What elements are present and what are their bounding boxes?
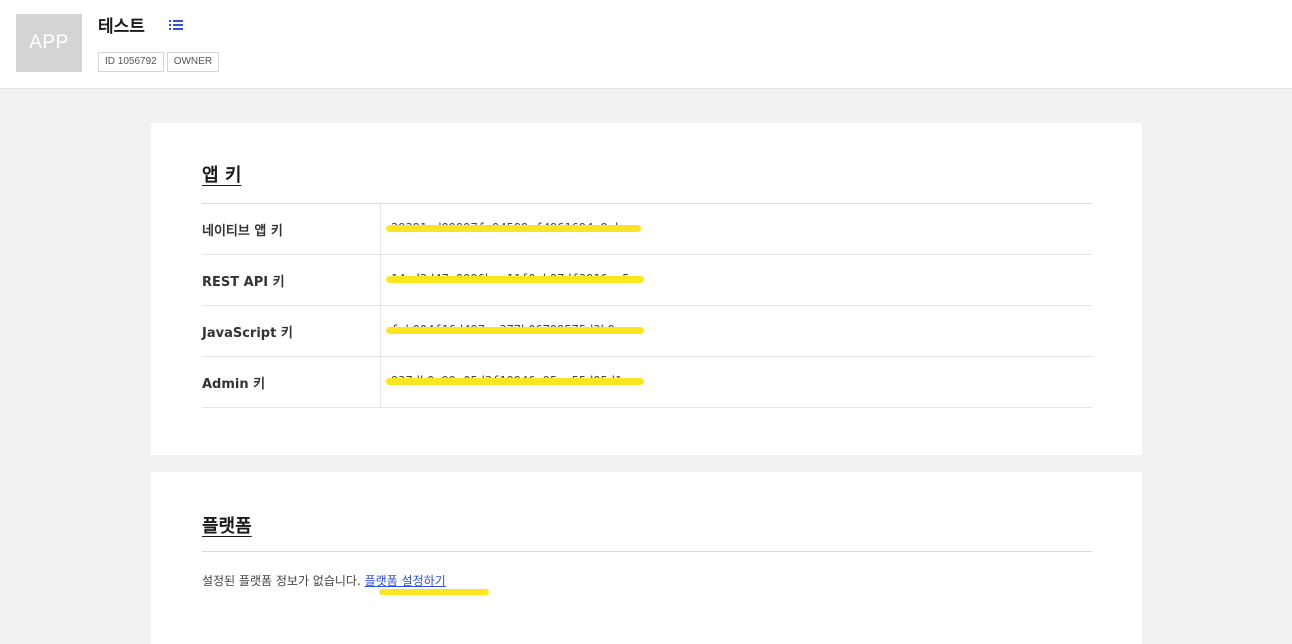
key-label: 네이티브 앱 키	[202, 204, 381, 254]
key-label: JavaScript 키	[202, 306, 381, 356]
app-keys-title: 앱 키	[202, 165, 242, 186]
app-title: 테스트	[98, 17, 145, 37]
key-row-rest-api: REST API 키 14ed3d47e9996bee11f0eb97df391…	[202, 255, 1092, 306]
app-keys-table: 네이티브 앱 키 39391ed99997fe94599ef4961694e9e…	[202, 203, 1092, 408]
key-value[interactable]: fcb004f16d497ee377b06799575d3b9e	[381, 306, 1092, 356]
app-id-badge: ID 1056792	[98, 52, 164, 72]
redaction-mark	[386, 327, 644, 334]
key-value[interactable]: 937db0e99e05d3f19946e95ec55d05d1	[381, 357, 1092, 407]
list-icon[interactable]	[166, 15, 186, 35]
app-keys-card: 앱 키 네이티브 앱 키 39391ed99997fe94599ef496169…	[151, 123, 1142, 455]
platform-message-text: 설정된 플랫폼 정보가 없습니다.	[202, 574, 365, 588]
key-row-javascript: JavaScript 키 fcb004f16d497ee377b06799575…	[202, 306, 1092, 357]
key-value[interactable]: 39391ed99997fe94599ef4961694e9eb	[381, 204, 1092, 254]
platform-settings-link[interactable]: 플랫폼 설정하기	[365, 574, 446, 588]
redaction-mark	[386, 276, 644, 283]
redaction-mark	[386, 378, 644, 385]
platform-card: 플랫폼 설정된 플랫폼 정보가 없습니다. 플랫폼 설정하기	[151, 472, 1142, 644]
app-header: APP 테스트 ID 1056792 OWNER	[0, 0, 1292, 89]
key-label: REST API 키	[202, 255, 381, 305]
key-row-native: 네이티브 앱 키 39391ed99997fe94599ef4961694e9e…	[202, 204, 1092, 255]
key-value[interactable]: 14ed3d47e9996bee11f0eb97df3916ee5	[381, 255, 1092, 305]
highlight-mark	[379, 589, 489, 595]
platform-empty-message: 설정된 플랫폼 정보가 없습니다. 플랫폼 설정하기	[202, 572, 446, 589]
app-icon: APP	[16, 14, 82, 72]
key-label: Admin 키	[202, 357, 381, 407]
platform-title: 플랫폼	[202, 516, 252, 537]
redaction-mark	[386, 225, 641, 232]
divider	[202, 551, 1092, 552]
key-row-admin: Admin 키 937db0e99e05d3f19946e95ec55d05d1	[202, 357, 1092, 408]
role-badge: OWNER	[166, 52, 220, 72]
app-badges: ID 1056792 OWNER	[98, 52, 220, 72]
